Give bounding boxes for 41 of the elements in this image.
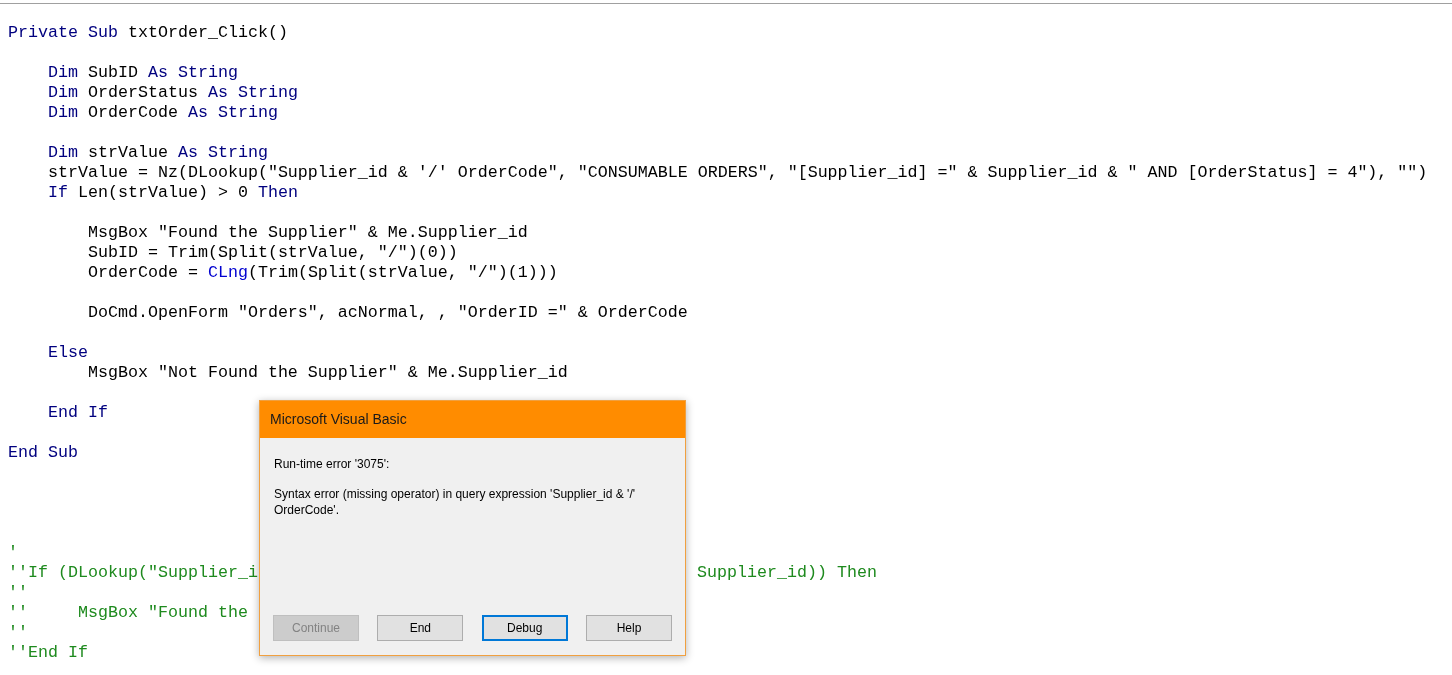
code-token: Len(strValue) > 0 <box>76 183 249 203</box>
dialog-button[interactable]: Help <box>586 615 672 641</box>
code-token: Dim <box>46 63 78 83</box>
code-token: Dim <box>46 143 78 163</box>
code-token: OrderStatus <box>86 83 199 103</box>
code-token: SubID = Trim(Split(strValue, "/")(0)) <box>86 243 458 263</box>
code-token: End If <box>46 403 108 423</box>
code-token: MsgBox "Not Found the Supplier" & Me.Supplier_id <box>86 363 568 383</box>
comment-line: ' <box>8 543 18 562</box>
code-token: txtOrder_Click() <box>126 23 288 43</box>
comment-line: '' <box>8 583 28 602</box>
code-token: DoCmd.OpenForm "Orders", acNormal, , "OrderID =" & OrderCode <box>86 303 688 323</box>
code-token: OrderCode = <box>86 263 199 283</box>
code-token: Else <box>46 343 88 363</box>
comment-line: ''If (DLookup("Supplier_i <box>8 563 258 582</box>
code-token: As String <box>177 143 268 163</box>
code-token: If <box>46 183 68 203</box>
comment-line: Supplier_id)) Then <box>697 563 877 583</box>
code-token: End Sub <box>8 443 78 463</box>
comment-line: '' <box>8 623 28 642</box>
code-token: As String <box>147 63 238 83</box>
error-code-text: Run-time error '3075': <box>274 456 391 472</box>
code-token: Dim <box>46 83 78 103</box>
error-message: Syntax error (missing operator) in query expression 'Supplier_id & '/' OrderCode'. <box>274 486 637 518</box>
dialog-button[interactable]: End <box>377 615 464 641</box>
code-token: Then <box>257 183 298 203</box>
code-token: As String <box>207 83 298 103</box>
code-token: MsgBox "Found the Supplier" & Me.Supplier_id <box>86 223 528 243</box>
code-token: OrderCode <box>86 103 179 123</box>
comment-line: '' MsgBox "Found the <box>8 603 248 622</box>
dialog-button[interactable]: Debug <box>481 615 568 641</box>
code-token: strValue <box>86 143 169 163</box>
code-token: CLng <box>207 263 248 283</box>
code-token: (Trim(Split(strValue, "/")(1))) <box>247 263 558 283</box>
comment-line: ''End If <box>8 643 88 662</box>
code-token: strValue = Nz(DLookup("Supplier_id & '/' OrderCode", "CONSUMABLE ORDERS", "[Supplier_id] =" & Supplier_id & " AND [OrderStatus] = 4"), "") <box>46 163 1428 183</box>
code-token: SubID <box>86 63 139 83</box>
dialog-title: Microsoft Visual Basic <box>270 410 407 429</box>
code-token: Private Sub <box>8 23 118 43</box>
code-token: As String <box>187 103 278 123</box>
code-token: Dim <box>46 103 78 123</box>
